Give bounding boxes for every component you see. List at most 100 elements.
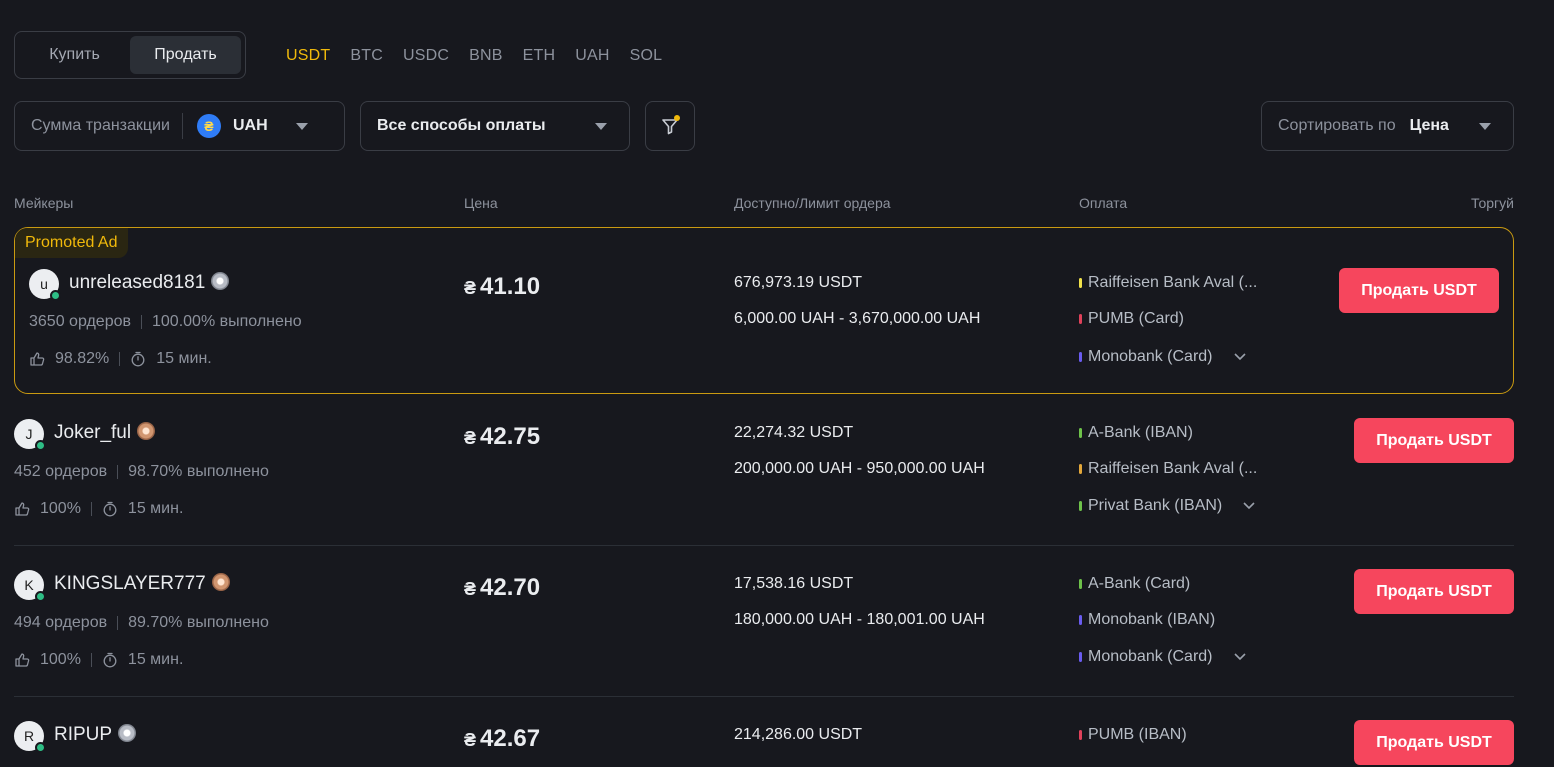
avatar-initial: J: [25, 426, 33, 442]
maker-name[interactable]: RIPUP: [54, 724, 112, 745]
sell-usdt-button[interactable]: Продать USDT: [1339, 268, 1499, 313]
ad-price: ₴ 42.70: [464, 574, 540, 602]
coin-tab-bnb[interactable]: BNB: [469, 47, 503, 65]
promoted-ad-tag: Promoted Ad: [15, 228, 128, 258]
stopwatch-icon: [103, 652, 117, 668]
caret-down-icon[interactable]: [295, 122, 308, 130]
currency-select-value[interactable]: UAH: [233, 117, 268, 135]
ad-price: ₴ 41.10: [464, 273, 540, 301]
caret-down-icon: [595, 123, 607, 130]
column-header-trade: Торгуй: [1471, 195, 1514, 211]
payment-method: Monobank (IBAN): [1079, 611, 1215, 629]
orders-count: 3650 ордеров: [29, 313, 131, 330]
silver-badge-icon: [118, 723, 137, 742]
price-value: 42.67: [480, 725, 541, 752]
payment-method: Raiffeisen Bank Aval (...: [1079, 274, 1257, 292]
sell-usdt-button[interactable]: Продать USDT: [1354, 418, 1514, 463]
maker-name-row: unreleased8181: [69, 271, 230, 294]
coin-tab-eth[interactable]: ETH: [523, 47, 556, 65]
divider: [90, 653, 92, 667]
sort-label: Сортировать по: [1278, 117, 1396, 134]
payment-color-bar: [1079, 579, 1082, 589]
avatar-initial: u: [40, 276, 48, 292]
uah-currency-icon: ₴: [196, 114, 221, 138]
order-limit: 180,000.00 UAH - 180,001.00 UAH: [734, 611, 985, 628]
payment-method: PUMB (IBAN): [1079, 726, 1187, 744]
payment-method-label: A-Bank (IBAN): [1088, 424, 1193, 441]
payment-method-select[interactable]: Все способы оплаты: [360, 101, 630, 151]
maker-name[interactable]: KINGSLAYER777: [54, 573, 206, 594]
column-header-payment: Оплата: [1079, 195, 1128, 211]
orders-count: 494 ордеров: [14, 614, 108, 631]
maker-metrics: 100% 15 мин.: [14, 500, 183, 518]
coin-tab-uah[interactable]: UAH: [575, 47, 609, 65]
coin-tabs: USDT BTC USDC BNB ETH UAH SOL: [286, 47, 682, 65]
maker-name[interactable]: unreleased8181: [69, 272, 205, 293]
payment-color-bar: [1079, 501, 1082, 511]
stopwatch-icon: [103, 501, 117, 517]
chevron-down-icon[interactable]: [1233, 352, 1247, 362]
avatar[interactable]: J: [14, 419, 46, 451]
available-amount: 22,274.32 USDT: [734, 424, 854, 441]
completion-rate: 89.70% выполнено: [128, 614, 269, 631]
bronze-badge-icon: [137, 421, 156, 440]
price-value: 41.10: [480, 273, 541, 300]
amount-filter[interactable]: Сумма транзакции ₴ UAH: [14, 101, 345, 151]
payment-method-label: A-Bank (Card): [1088, 575, 1191, 592]
payment-method-label: Monobank (Card): [1088, 648, 1213, 665]
positive-rating: 100%: [40, 500, 81, 517]
maker-stats: 3650 ордеров 100.00% выполнено: [29, 313, 302, 331]
completion-rate: 100.00% выполнено: [152, 313, 302, 330]
coin-tab-usdt[interactable]: USDT: [286, 47, 330, 65]
maker-name-row: Joker_ful: [54, 421, 156, 444]
available-amount: 676,973.19 USDT: [734, 274, 863, 291]
sell-tab[interactable]: Продать: [130, 36, 241, 74]
payment-method-label: Raiffeisen Bank Aval (...: [1088, 274, 1258, 291]
sort-select[interactable]: Сортировать по Цена: [1261, 101, 1514, 151]
payment-method: A-Bank (IBAN): [1079, 424, 1193, 442]
orders-count: 452 ордеров: [14, 463, 108, 480]
divider: [141, 314, 142, 329]
payment-method-label: Raiffeisen Bank Aval (...: [1088, 460, 1258, 477]
online-status-dot: [35, 440, 46, 451]
avatar[interactable]: R: [14, 721, 46, 753]
chevron-down-icon[interactable]: [1233, 652, 1247, 662]
avatar-initial: R: [23, 728, 35, 744]
filter-button[interactable]: [645, 101, 695, 151]
buy-sell-toggle: Купить Продать: [14, 31, 246, 79]
avatar[interactable]: u: [29, 269, 61, 301]
sell-usdt-button[interactable]: Продать USDT: [1354, 720, 1514, 765]
chevron-down-icon[interactable]: [1242, 501, 1256, 511]
thumbs-up-icon: [30, 352, 45, 366]
coin-tab-usdc[interactable]: USDC: [403, 47, 449, 65]
positive-rating: 100%: [40, 651, 81, 668]
payment-color-bar: [1079, 428, 1082, 438]
caret-down-icon: [1479, 123, 1491, 130]
silver-badge-icon: [211, 271, 230, 290]
payment-method-label: Monobank (IBAN): [1088, 611, 1216, 628]
available-amount: 17,538.16 USDT: [734, 575, 854, 592]
payment-color-bar: [1079, 464, 1082, 474]
maker-metrics: 98.82% 15 мин.: [29, 350, 212, 368]
maker-name-row: KINGSLAYER777: [54, 572, 230, 595]
currency-symbol: ₴: [464, 428, 477, 448]
maker-name[interactable]: Joker_ful: [54, 422, 131, 443]
payment-method: Monobank (Card): [1079, 648, 1247, 666]
payment-method-label: PUMB (IBAN): [1088, 726, 1187, 743]
payment-method-label: Monobank (Card): [1088, 348, 1213, 365]
avg-release-time: 15 мин.: [127, 500, 184, 517]
ad-price: ₴ 42.75: [464, 423, 540, 451]
coin-tab-sol[interactable]: SOL: [630, 47, 663, 65]
avatar[interactable]: K: [14, 570, 46, 602]
completion-rate: 98.70% выполнено: [128, 463, 269, 480]
coin-tab-btc[interactable]: BTC: [350, 47, 383, 65]
payment-color-bar: [1079, 652, 1082, 662]
payment-color-bar: [1079, 730, 1082, 740]
currency-symbol: ₴: [464, 278, 477, 298]
online-status-dot: [50, 290, 61, 301]
maker-metrics: 100% 15 мин.: [14, 651, 183, 669]
sell-usdt-button[interactable]: Продать USDT: [1354, 569, 1514, 614]
buy-tab[interactable]: Купить: [19, 36, 130, 74]
maker-name-row: RIPUP: [54, 723, 137, 746]
payment-method-value: Все способы оплаты: [377, 117, 546, 134]
